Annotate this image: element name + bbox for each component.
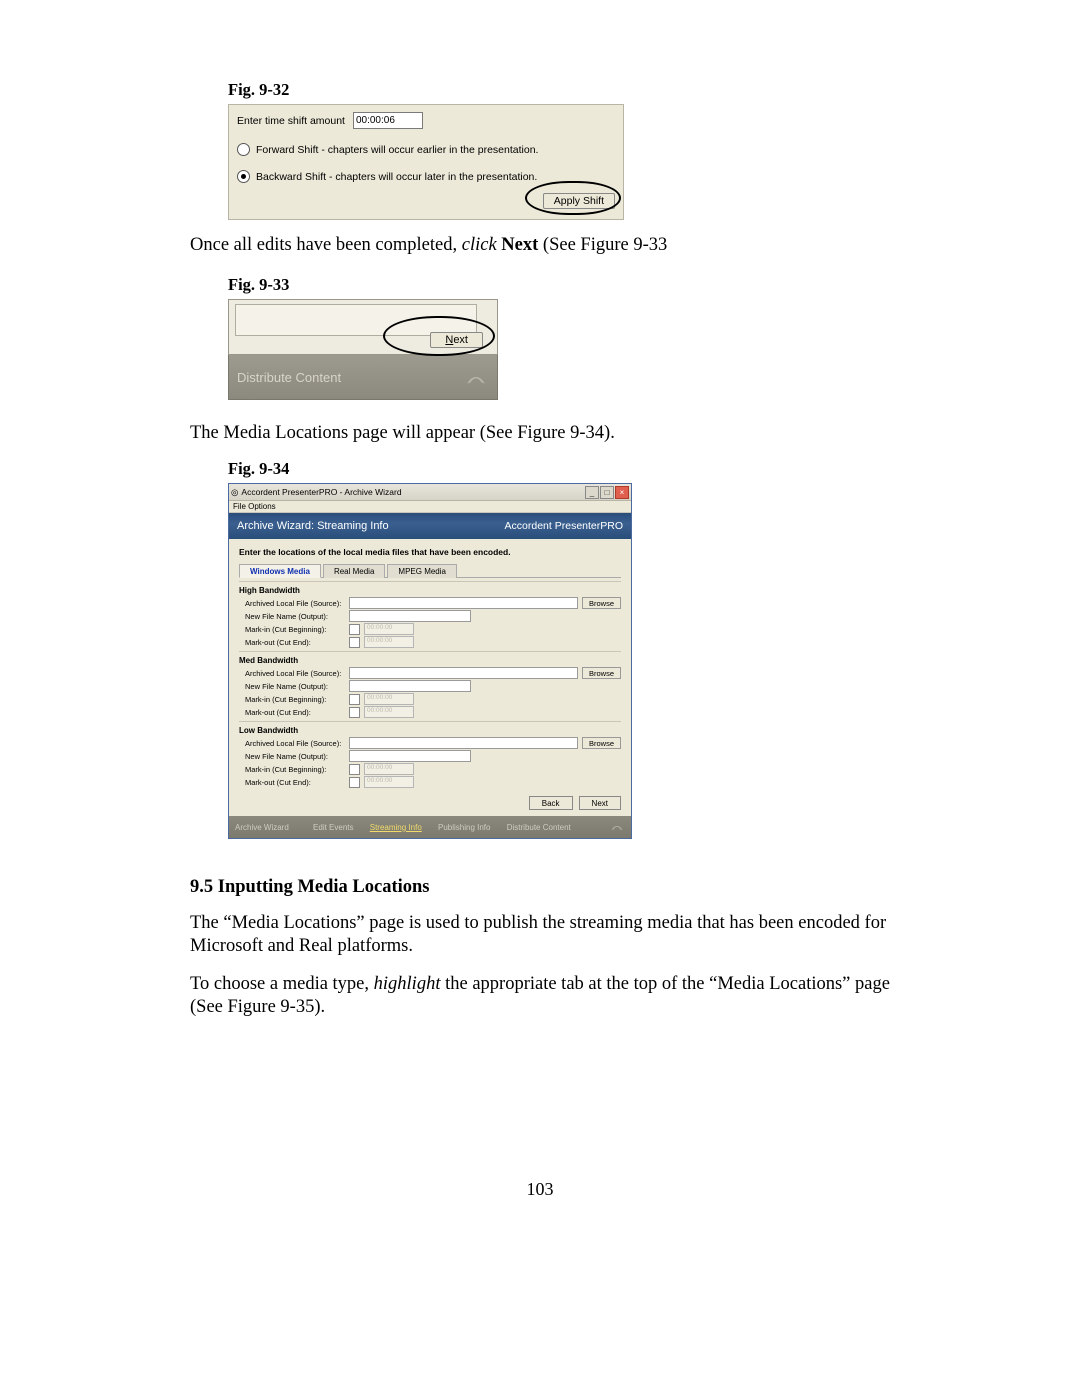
forward-shift-option[interactable]: Forward Shift - chapters will occur earl…	[237, 143, 615, 156]
apply-shift-button[interactable]: Apply Shift	[543, 193, 615, 209]
source-label: Archived Local File (Source):	[239, 599, 345, 608]
next-button[interactable]: Next	[430, 332, 483, 348]
para-after-fig33: The Media Locations page will appear (Se…	[190, 422, 890, 445]
markout-input[interactable]: 00:00:00	[364, 706, 414, 718]
footer-step-distribute: Distribute Content	[507, 823, 571, 832]
tab-windows-media[interactable]: Windows Media	[239, 564, 321, 578]
output-input[interactable]	[349, 610, 471, 622]
p1-text-b: click	[462, 235, 497, 255]
markout-input[interactable]: 00:00:00	[364, 776, 414, 788]
distribute-content-label: Distribute Content	[237, 370, 341, 385]
markin-input[interactable]: 00:00:00	[364, 623, 414, 635]
accordent-logo-icon	[463, 364, 489, 390]
markin-label: Mark-in (Cut Beginning):	[239, 765, 345, 774]
markin-input[interactable]: 00:00:00	[364, 763, 414, 775]
tab-mpeg-media[interactable]: MPEG Media	[387, 564, 457, 578]
fig34-window: ◎ Accordent PresenterPRO - Archive Wizar…	[228, 483, 632, 839]
forward-shift-label: Forward Shift - chapters will occur earl…	[256, 144, 538, 156]
bandwidth-group: High Bandwidth Archived Local File (Sourc…	[239, 581, 621, 648]
output-label: New File Name (Output):	[239, 682, 345, 691]
tab-real-media[interactable]: Real Media	[323, 564, 385, 578]
markin-checkbox[interactable]	[349, 694, 360, 705]
footer-left: Archive Wizard	[235, 823, 289, 832]
fig32-panel: Enter time shift amount Forward Shift - …	[228, 104, 624, 220]
time-shift-input[interactable]	[353, 112, 423, 129]
group-title: High Bandwidth	[239, 586, 621, 595]
footer-step-publishing: Publishing Info	[438, 823, 490, 832]
time-shift-label: Enter time shift amount	[237, 115, 345, 127]
source-input[interactable]	[349, 737, 578, 749]
markout-label: Mark-out (Cut End):	[239, 778, 345, 787]
instruction-text: Enter the locations of the local media f…	[239, 547, 621, 557]
bandwidth-group: Low Bandwidth Archived Local File (Source…	[239, 721, 621, 788]
group-title: Med Bandwidth	[239, 656, 621, 665]
source-input[interactable]	[349, 597, 578, 609]
markin-input[interactable]: 00:00:00	[364, 693, 414, 705]
backward-shift-label: Backward Shift - chapters will occur lat…	[256, 171, 537, 183]
fig33-panel: Next Distribute Content	[228, 299, 498, 400]
markout-label: Mark-out (Cut End):	[239, 708, 345, 717]
fig-caption-32: Fig. 9-32	[228, 80, 890, 100]
section-heading-9-5: 9.5 Inputting Media Locations	[190, 877, 890, 898]
maximize-button[interactable]: □	[600, 486, 614, 499]
fig-caption-33: Fig. 9-33	[228, 275, 890, 295]
markin-checkbox[interactable]	[349, 764, 360, 775]
brand-label: Accordent PresenterPRO	[505, 520, 623, 532]
group-title: Low Bandwidth	[239, 726, 621, 735]
para-after-fig32: Once all edits have been completed, clic…	[190, 234, 890, 257]
next-rest: ext	[453, 334, 468, 346]
markout-label: Mark-out (Cut End):	[239, 638, 345, 647]
markout-checkbox[interactable]	[349, 707, 360, 718]
minimize-button[interactable]: _	[585, 486, 599, 499]
radio-selected-icon	[237, 170, 250, 183]
media-tabs: Windows Media Real Media MPEG Media	[239, 563, 621, 578]
markin-label: Mark-in (Cut Beginning):	[239, 695, 345, 704]
markin-checkbox[interactable]	[349, 624, 360, 635]
next-button-wizard[interactable]: Next	[579, 796, 621, 810]
p4-text-a: To choose a media type,	[190, 974, 374, 994]
wizard-footer: Archive Wizard Edit Events Streaming Inf…	[229, 816, 631, 838]
radio-unselected-icon	[237, 143, 250, 156]
output-label: New File Name (Output):	[239, 612, 345, 621]
para-9-5-2: To choose a media type, highlight the ap…	[190, 973, 890, 1019]
fig-caption-34: Fig. 9-34	[228, 459, 890, 479]
markout-checkbox[interactable]	[349, 777, 360, 788]
source-label: Archived Local File (Source):	[239, 739, 345, 748]
output-input[interactable]	[349, 750, 471, 762]
browse-button[interactable]: Browse	[582, 667, 621, 679]
p1-text-c: Next	[497, 235, 539, 255]
app-icon: ◎	[231, 487, 238, 498]
browse-button[interactable]: Browse	[582, 597, 621, 609]
markin-label: Mark-in (Cut Beginning):	[239, 625, 345, 634]
page-number: 103	[190, 1179, 890, 1200]
wizard-header: Archive Wizard: Streaming Info Accordent…	[229, 513, 631, 539]
browse-button[interactable]: Browse	[582, 737, 621, 749]
close-button[interactable]: ×	[615, 486, 629, 499]
menubar[interactable]: File Options	[229, 501, 631, 513]
backward-shift-option[interactable]: Backward Shift - chapters will occur lat…	[237, 170, 615, 183]
source-label: Archived Local File (Source):	[239, 669, 345, 678]
accordent-logo-icon	[609, 818, 625, 836]
window-title: Accordent PresenterPRO - Archive Wizard	[241, 487, 401, 497]
para-9-5-1: The “Media Locations” page is used to pu…	[190, 912, 890, 958]
markout-input[interactable]: 00:00:00	[364, 636, 414, 648]
bandwidth-group: Med Bandwidth Archived Local File (Source…	[239, 651, 621, 718]
p4-text-b: highlight	[374, 974, 441, 994]
back-button[interactable]: Back	[529, 796, 573, 810]
footer-step-edit: Edit Events	[313, 823, 353, 832]
footer-step-streaming: Streaming Info	[370, 823, 422, 832]
output-label: New File Name (Output):	[239, 752, 345, 761]
output-input[interactable]	[349, 680, 471, 692]
p1-text-d: (See Figure 9-33	[538, 235, 667, 255]
wizard-title: Archive Wizard: Streaming Info	[237, 520, 389, 532]
markout-checkbox[interactable]	[349, 637, 360, 648]
source-input[interactable]	[349, 667, 578, 679]
p1-text-a: Once all edits have been completed,	[190, 235, 462, 255]
titlebar: ◎ Accordent PresenterPRO - Archive Wizar…	[229, 484, 631, 501]
